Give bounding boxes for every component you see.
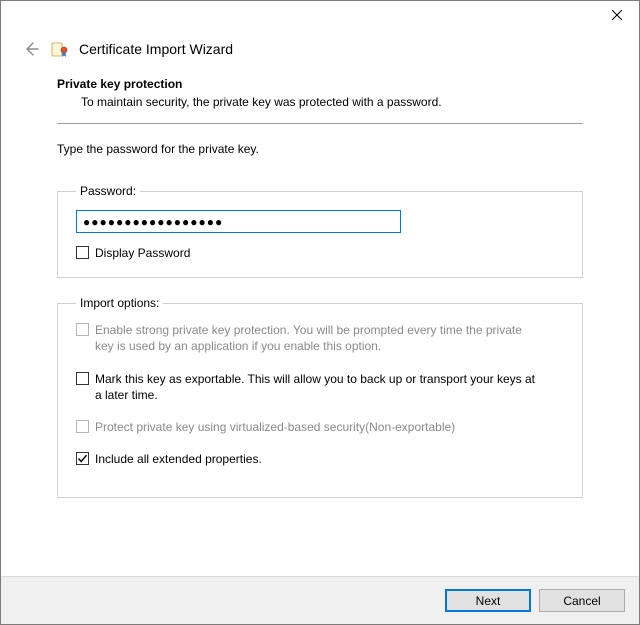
wizard-window: Certificate Import Wizard Private key pr… xyxy=(0,0,640,625)
import-options-group: Import options: Enable strong private ke… xyxy=(57,296,583,498)
display-password-label: Display Password xyxy=(95,245,190,261)
close-icon xyxy=(612,10,622,20)
opt-vbs-label: Protect private key using virtualized-ba… xyxy=(95,419,455,435)
password-group: Password: Display Password xyxy=(57,184,583,278)
opt-extended-row[interactable]: Include all extended properties. xyxy=(76,451,564,467)
titlebar xyxy=(1,1,639,31)
content-area: Private key protection To maintain secur… xyxy=(1,77,639,576)
next-button[interactable]: Next xyxy=(445,589,531,612)
display-password-checkbox[interactable] xyxy=(76,246,89,259)
back-arrow-icon xyxy=(23,41,39,57)
opt-vbs-checkbox xyxy=(76,420,89,433)
opt-exportable-row[interactable]: Mark this key as exportable. This will a… xyxy=(76,371,564,403)
password-input[interactable] xyxy=(76,210,401,233)
opt-strong-row: Enable strong private key protection. Yo… xyxy=(76,322,564,354)
back-button[interactable] xyxy=(21,39,41,59)
opt-exportable-checkbox[interactable] xyxy=(76,372,89,385)
wizard-title: Certificate Import Wizard xyxy=(79,41,233,57)
section-heading: Private key protection xyxy=(57,77,583,91)
opt-exportable-label: Mark this key as exportable. This will a… xyxy=(95,371,535,403)
opt-strong-label: Enable strong private key protection. Yo… xyxy=(95,322,535,354)
import-options-legend: Import options: xyxy=(76,296,163,310)
footer: Next Cancel xyxy=(1,576,639,624)
opt-strong-checkbox xyxy=(76,323,89,336)
divider xyxy=(57,123,583,124)
opt-extended-checkbox[interactable] xyxy=(76,452,89,465)
checkmark-icon xyxy=(77,453,88,464)
instruction-text: Type the password for the private key. xyxy=(57,142,583,156)
opt-vbs-row: Protect private key using virtualized-ba… xyxy=(76,419,564,435)
certificate-icon xyxy=(51,40,69,58)
display-password-row[interactable]: Display Password xyxy=(76,245,564,261)
opt-extended-label: Include all extended properties. xyxy=(95,451,262,467)
cancel-button[interactable]: Cancel xyxy=(539,589,625,612)
password-legend: Password: xyxy=(76,184,140,198)
section-description: To maintain security, the private key wa… xyxy=(57,95,583,109)
close-button[interactable] xyxy=(594,1,639,29)
wizard-header: Certificate Import Wizard xyxy=(1,31,639,77)
